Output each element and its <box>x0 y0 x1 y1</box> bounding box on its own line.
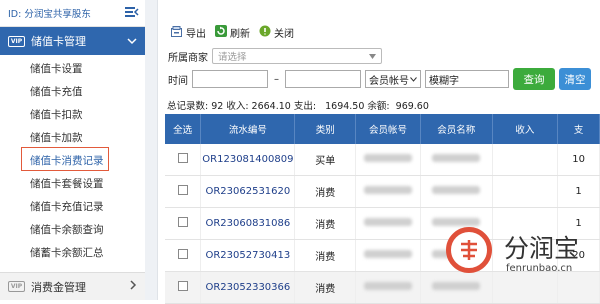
row-checkbox[interactable] <box>177 281 188 291</box>
expense-cell: 10 <box>557 144 600 176</box>
account-id-label: ID: 分润宝共享股东 <box>8 9 91 20</box>
member-account-header: 会员帐号 <box>355 114 421 144</box>
blurred-account <box>363 250 412 258</box>
chevron-right-icon <box>129 280 137 293</box>
member-field-value: 会员帐号 <box>369 75 409 87</box>
expense-cell: 1 <box>557 175 600 208</box>
menu-group-label: 消费金管理 <box>31 280 86 294</box>
serial-cell[interactable]: OR123081400809 <box>200 144 296 176</box>
vip-icon: VIP <box>8 35 25 47</box>
sidebar-item-recharge-records[interactable]: 储值卡充值记录 <box>0 196 145 219</box>
sidebar-item-card-settings[interactable]: 储值卡设置 <box>0 58 145 81</box>
income-cell <box>492 175 559 208</box>
sidebar-item-balance-summary[interactable]: 储蓄卡余额汇总 <box>0 242 145 265</box>
toolbar: 导出 刷新 关闭 <box>171 25 294 40</box>
row-checkbox[interactable] <box>177 249 188 259</box>
blurred-account <box>363 186 412 194</box>
type-header: 类别 <box>294 114 357 144</box>
table-row[interactable]: OR23062531620 消费 1 <box>165 175 600 208</box>
serial-cell[interactable]: OR23052330366 <box>200 271 296 304</box>
close-button[interactable]: 关闭 <box>259 25 294 40</box>
refresh-label: 刷新 <box>230 29 250 40</box>
close-label: 关闭 <box>274 29 294 40</box>
blurred-account <box>363 218 412 226</box>
clear-button[interactable]: 清空 <box>559 68 591 90</box>
member-field-select[interactable]: 会员帐号 <box>365 70 421 88</box>
chevron-down-icon <box>127 35 137 48</box>
row-checkbox[interactable] <box>177 185 188 195</box>
type-cell: 消费 <box>294 175 357 208</box>
serial-cell[interactable]: OR23060831086 <box>200 207 296 240</box>
blurred-account <box>363 154 412 162</box>
dropdown-arrow-icon <box>369 51 376 62</box>
merchant-select[interactable]: 请选择 <box>212 48 382 64</box>
merchant-label: 所属商家 <box>168 52 208 64</box>
export-button[interactable]: 导出 <box>171 25 206 40</box>
menu-group-consumption-gold[interactable]: VIP 消费金管理 <box>0 272 145 300</box>
type-cell: 买单 <box>294 144 357 176</box>
sidebar: ID: 分润宝共享股东 VIP 储值卡管理 储值卡设置 储值卡充值 储值卡扣款 … <box>0 0 146 300</box>
blurred-account <box>363 282 412 290</box>
menu-group-stored-value[interactable]: VIP 储值卡管理 <box>0 27 145 55</box>
end-time-input[interactable] <box>285 70 361 88</box>
active-item-highlight <box>21 147 109 171</box>
row-checkbox[interactable] <box>177 153 188 163</box>
table-header-row: 全选 流水编号 类别 会员帐号 会员名称 收入 支 <box>165 114 600 144</box>
refresh-button[interactable]: 刷新 <box>215 25 250 40</box>
start-time-input[interactable] <box>192 70 268 88</box>
close-icon <box>259 25 271 40</box>
blurred-name <box>432 186 481 194</box>
time-label: 时间 <box>168 75 188 87</box>
sidebar-item-package-settings[interactable]: 储值卡套餐设置 <box>0 173 145 196</box>
serial-cell[interactable]: OR23052730413 <box>200 239 296 272</box>
brand-logo-icon <box>446 227 492 273</box>
vip-icon: VIP <box>8 281 25 292</box>
income-cell <box>492 144 559 176</box>
serial-cell[interactable]: OR23062531620 <box>200 175 296 208</box>
sidebar-item-card-recharge[interactable]: 储值卡充值 <box>0 81 145 104</box>
summary-line: 总记录数: 92 收入: 2664.10 支出: 1694.50 余额: 969… <box>167 101 429 112</box>
brand-watermark: 分润宝 fenrunbao.cn <box>446 223 596 295</box>
range-dash: – <box>274 73 279 85</box>
sidebar-item-balance-query[interactable]: 储值卡余额查询 <box>0 219 145 242</box>
sidebar-header: ID: 分润宝共享股东 <box>0 0 145 27</box>
expense-header: 支 <box>557 114 600 144</box>
type-cell: 消费 <box>294 271 357 304</box>
menu-group-label: 储值卡管理 <box>31 35 86 48</box>
select-all-header[interactable]: 全选 <box>165 114 202 144</box>
watermark-domain: fenrunbao.cn <box>506 263 573 274</box>
row-checkbox[interactable] <box>177 217 188 227</box>
blurred-name <box>432 154 481 162</box>
type-cell: 消费 <box>294 207 357 240</box>
income-header: 收入 <box>492 114 559 144</box>
sidebar-scrollbar[interactable] <box>145 0 158 300</box>
export-icon <box>171 25 183 40</box>
serial-header: 流水编号 <box>200 114 296 144</box>
fuzzy-search-input[interactable]: 模糊字 <box>425 70 509 88</box>
sidebar-item-card-deduct[interactable]: 储值卡扣款 <box>0 104 145 127</box>
collapse-menu-icon[interactable] <box>125 6 139 21</box>
refresh-icon <box>215 25 227 40</box>
type-cell: 消费 <box>294 239 357 272</box>
fuzzy-search-value: 模糊字 <box>429 75 459 87</box>
table-row[interactable]: OR123081400809 买单 10 <box>165 144 600 176</box>
chevron-down-icon <box>410 74 417 85</box>
watermark-brand: 分润宝 <box>504 234 580 263</box>
merchant-placeholder: 请选择 <box>218 52 247 63</box>
member-name-header: 会员名称 <box>420 114 493 144</box>
export-label: 导出 <box>186 29 206 40</box>
query-button[interactable]: 查询 <box>513 68 555 90</box>
